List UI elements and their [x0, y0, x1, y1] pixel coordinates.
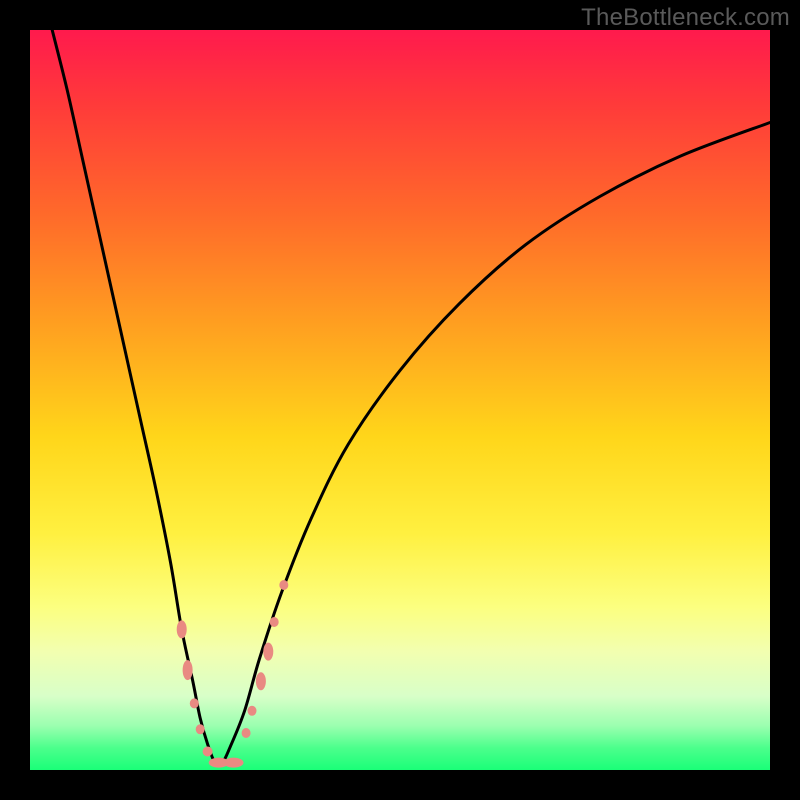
- data-marker: [190, 698, 199, 708]
- data-marker: [177, 620, 187, 638]
- data-marker: [242, 728, 251, 738]
- data-marker: [248, 706, 257, 716]
- data-marker: [256, 672, 266, 690]
- data-marker: [203, 747, 213, 757]
- curve-svg: [30, 30, 770, 770]
- data-marker: [183, 660, 193, 680]
- data-marker: [279, 580, 288, 590]
- data-marker: [224, 758, 244, 768]
- data-marker: [270, 617, 279, 627]
- watermark-text: TheBottleneck.com: [581, 4, 790, 32]
- data-marker: [263, 643, 273, 661]
- chart-frame: TheBottleneck.com: [0, 0, 800, 800]
- plot-area: [30, 30, 770, 770]
- bottleneck-curve: [52, 30, 770, 765]
- data-marker: [196, 724, 205, 734]
